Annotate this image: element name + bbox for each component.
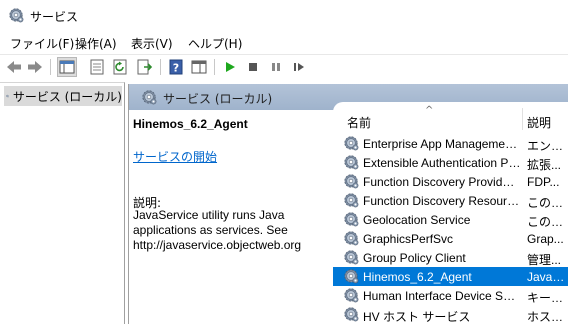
tree-item-label: サービス (ローカル) [12,89,122,104]
column-header-description[interactable]: 説明 [527,114,551,131]
table-row[interactable]: Geolocation Service このサ... [333,210,568,229]
service-name: Function Discovery Resource Publication [363,194,521,208]
table-row[interactable]: Extensible Authentication Protocol 拡張... [333,153,568,172]
service-description: ホスト... [527,310,567,324]
help-icon[interactable]: ? [166,57,186,77]
service-description: このコ... [527,196,567,210]
menu-action[interactable]: 操作(A) [75,35,117,52]
table-row[interactable]: Function Discovery Resource Publication こ… [333,191,568,210]
service-name: Human Interface Device Service [363,289,521,303]
menu-view[interactable]: 表示(V) [131,35,173,52]
service-description: キーボ... [527,291,567,305]
column-header-name[interactable]: 名前 [347,114,371,131]
service-description: 拡張... [527,158,562,172]
service-description: FDP... [527,175,560,189]
service-name: Geolocation Service [363,213,471,227]
service-gear-icon [343,268,359,284]
service-gear-icon [343,287,359,303]
console-tree-icon[interactable] [57,57,77,77]
tree-item-services-local[interactable]: サービス (ローカル) [4,86,122,106]
column-divider[interactable] [522,108,523,130]
service-description: エンタ... [527,139,567,153]
services-gear-icon [6,88,9,104]
service-gear-icon [343,173,359,189]
table-row[interactable]: Group Policy Client 管理... [333,248,568,267]
console-tree: サービス (ローカル) [0,82,125,324]
start-icon[interactable] [220,57,240,77]
menu-file[interactable]: ファイル(F) [10,35,74,52]
service-gear-icon [343,230,359,246]
table-row[interactable]: Enterprise App Management Service エンタ... [333,134,568,153]
table-row[interactable]: Human Interface Device Service キーボ... [333,286,568,305]
services-gear-icon [8,7,24,23]
service-description: 管理... [527,253,562,267]
service-name: GraphicsPerfSvc [363,232,454,246]
view-icon[interactable] [189,57,209,77]
service-gear-icon [343,306,359,322]
properties-icon[interactable] [87,57,107,77]
service-gear-icon [343,211,359,227]
services-gear-icon [141,89,157,105]
svg-text:?: ? [173,62,179,75]
service-gear-icon [343,154,359,170]
title-bar: サービス [0,0,568,30]
table-row[interactable]: HV ホスト サービス ホスト... [333,305,568,324]
pause-icon[interactable] [266,57,286,77]
service-gear-icon [343,192,359,208]
selected-service-name: Hinemos_6.2_Agent [133,117,248,131]
service-description: JavaS... [527,270,567,284]
back-icon[interactable] [4,57,24,77]
stop-icon[interactable] [243,57,263,77]
start-service-link[interactable]: サービスの開始 [133,148,217,165]
menu-bar: ファイル(F) 操作(A) 表示(V) ヘルプ(H) [0,32,568,52]
service-name: Enterprise App Management Service [363,137,521,151]
services-list: ^ 名前 説明 Enterprise App Management Servic… [333,102,568,324]
list-column-header: ^ 名前 説明 [333,102,568,131]
services-panel: サービス (ローカル) Hinemos_6.2_Agent サービスの開始 説明… [128,84,568,324]
description-text: JavaService utility runs Java applicatio… [133,208,302,252]
service-name: Extensible Authentication Protocol [363,156,521,170]
refresh-icon[interactable] [111,57,131,77]
service-description: このサ... [527,215,567,229]
menu-help[interactable]: ヘルプ(H) [188,35,242,52]
forward-icon[interactable] [25,57,45,77]
toolbar: ? [0,54,568,80]
service-description: Grap... [527,232,564,246]
service-gear-icon [343,135,359,151]
table-row[interactable]: Hinemos_6.2_Agent JavaS... [333,267,568,286]
service-name: HV ホスト サービス [363,310,471,324]
table-row[interactable]: GraphicsPerfSvc Grap... [333,229,568,248]
export-list-icon[interactable] [135,57,155,77]
window-title: サービス [30,10,79,24]
service-name: Hinemos_6.2_Agent [363,270,472,284]
service-name: Group Policy Client [363,251,466,265]
sort-ascending-icon: ^ [425,105,434,116]
panel-header-title: サービス (ローカル) [163,92,273,106]
extended-detail: Hinemos_6.2_Agent サービスの開始 説明: JavaServic… [129,110,334,324]
service-name: Function Discovery Provider Host [363,175,521,189]
restart-icon[interactable] [289,57,309,77]
services-rows: Enterprise App Management Serviceエンタ...E… [333,134,568,324]
service-gear-icon [343,249,359,265]
table-row[interactable]: Function Discovery Provider Host FDP... [333,172,568,191]
